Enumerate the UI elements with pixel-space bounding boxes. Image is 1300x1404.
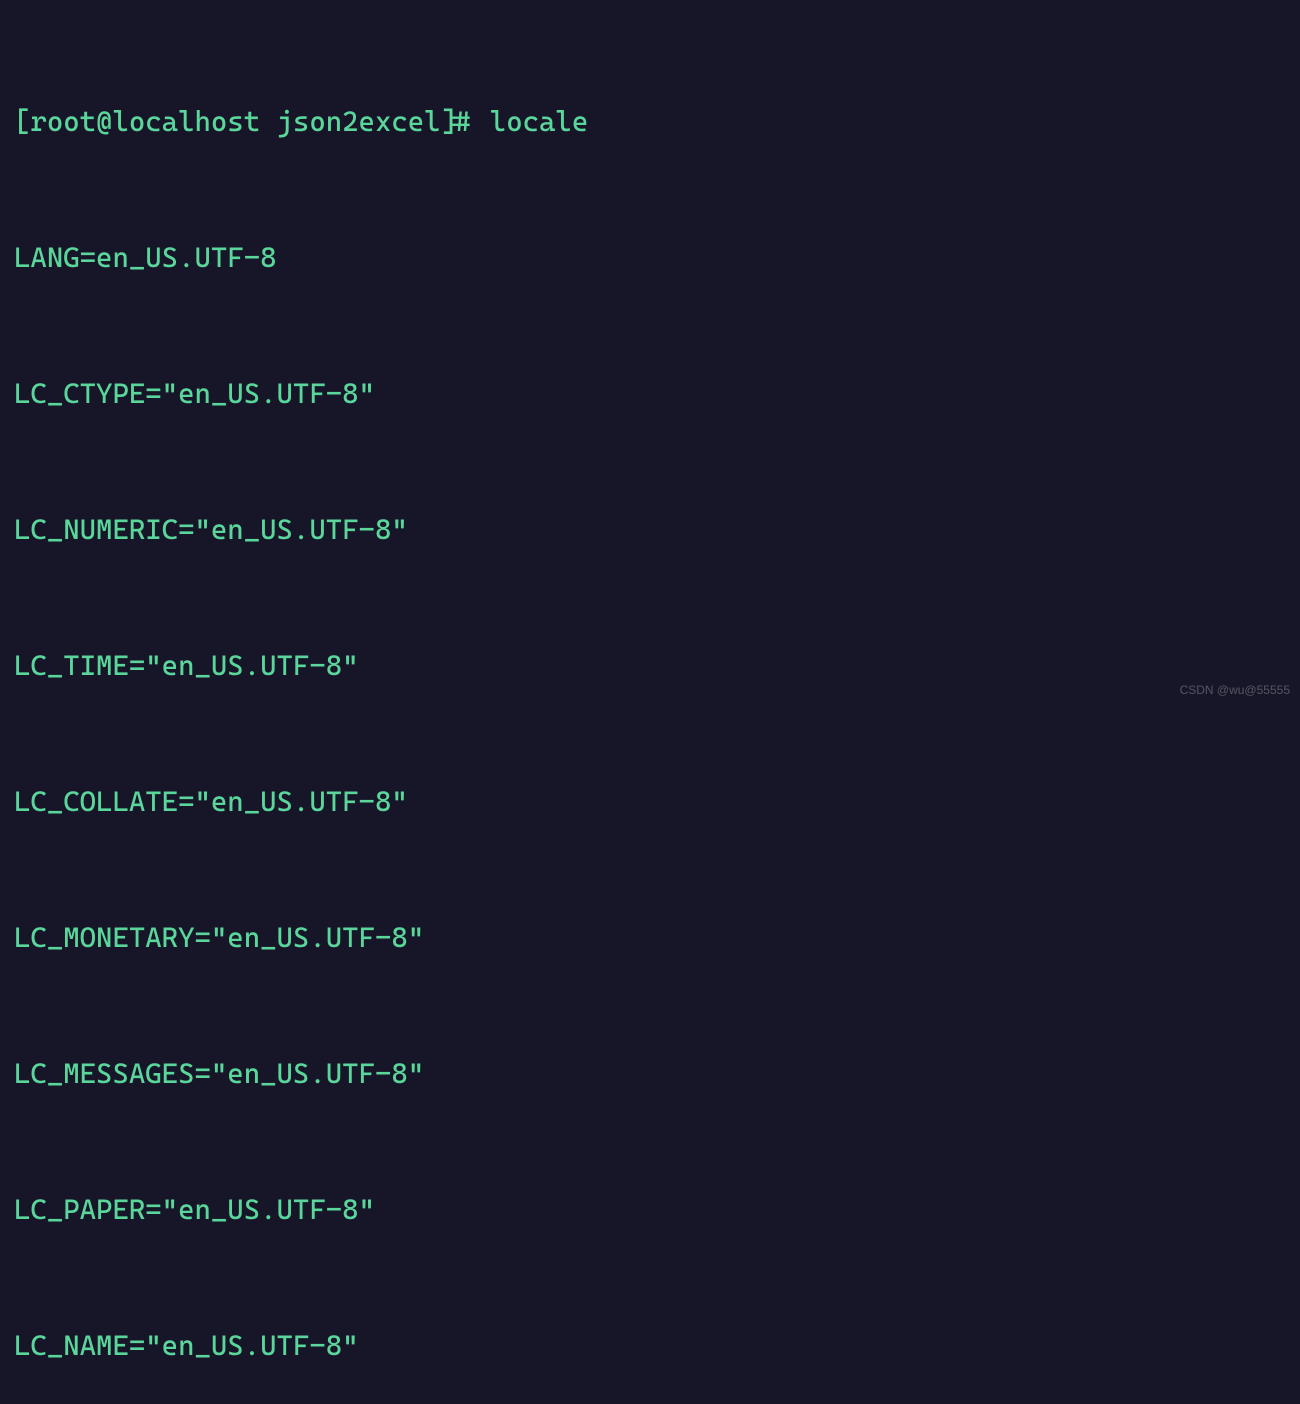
output-line: LC_COLLATE="en_US.UTF-8" xyxy=(14,779,1286,824)
output-line: LC_PAPER="en_US.UTF-8" xyxy=(14,1187,1286,1232)
output-line: LC_NUMERIC="en_US.UTF-8" xyxy=(14,507,1286,552)
terminal-output[interactable]: [root@localhost json2excel]# locale LANG… xyxy=(14,8,1286,1404)
output-line: LC_MONETARY="en_US.UTF-8" xyxy=(14,915,1286,960)
output-line: LC_CTYPE="en_US.UTF-8" xyxy=(14,371,1286,416)
output-line: LC_NAME="en_US.UTF-8" xyxy=(14,1323,1286,1368)
watermark-text: CSDN @wu@55555 xyxy=(1180,684,1290,696)
output-line: LC_TIME="en_US.UTF-8" xyxy=(14,643,1286,688)
prompt-line: [root@localhost json2excel]# locale xyxy=(14,99,1286,144)
output-line: LANG=en_US.UTF-8 xyxy=(14,235,1286,280)
output-line: LC_MESSAGES="en_US.UTF-8" xyxy=(14,1051,1286,1096)
